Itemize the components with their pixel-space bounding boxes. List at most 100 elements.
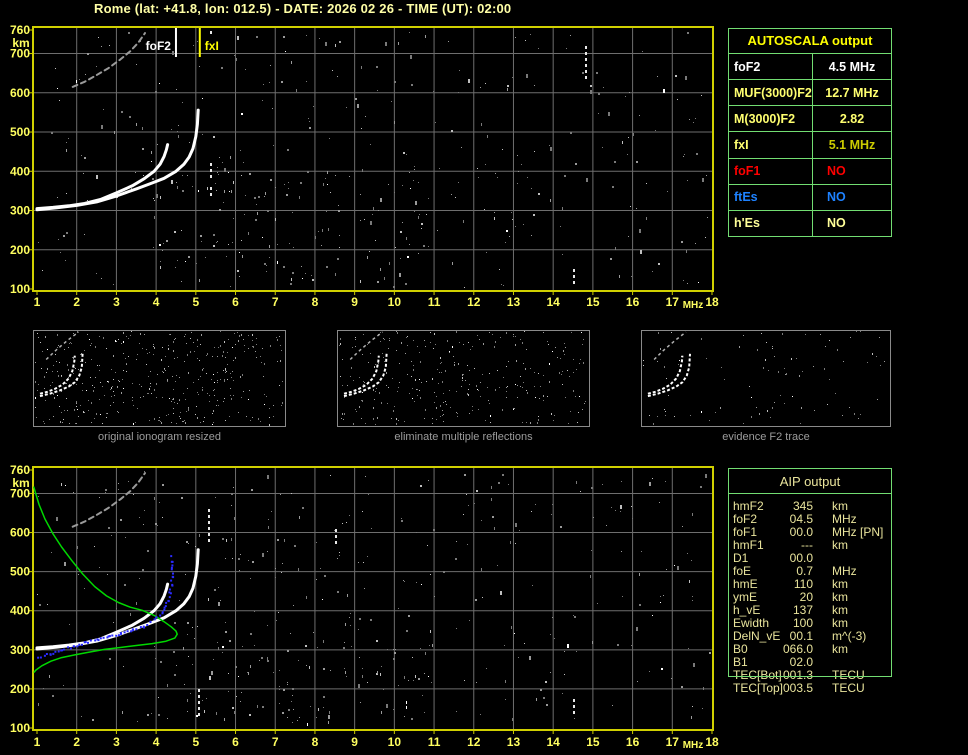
noise-dot (307, 723, 308, 726)
noise-dot (299, 516, 300, 519)
noise-dot (529, 656, 531, 660)
noise-dot (660, 602, 661, 603)
noise-dot (216, 712, 217, 715)
interference-streak (198, 695, 200, 698)
noise-dot (649, 482, 651, 486)
thumb-o-mode-trace (39, 355, 76, 395)
noise-dot (362, 169, 363, 172)
noise-dot (177, 186, 178, 189)
noise-dot (162, 484, 164, 486)
noise-dot (364, 588, 365, 589)
noise-dot (240, 701, 241, 702)
noise-dot (596, 72, 598, 74)
noise-dot (413, 180, 414, 181)
noise-dot (414, 166, 415, 167)
noise-dot (377, 671, 378, 674)
noise-dot (143, 524, 144, 525)
noise-dot (277, 261, 278, 264)
noise-dot (269, 257, 270, 258)
noise-dot (636, 208, 637, 209)
noise-dot (652, 271, 653, 272)
interference-streak (198, 689, 200, 692)
noise-dot (224, 190, 225, 193)
noise-dot (114, 131, 115, 134)
noise-dot (228, 691, 229, 692)
noise-dot (229, 191, 230, 192)
x-tick-label: 14 (546, 735, 560, 749)
noise-dot (193, 45, 194, 46)
noise-dot (698, 282, 699, 283)
noise-dot (228, 673, 229, 674)
noise-dot (345, 623, 346, 626)
noise-dot (538, 193, 540, 195)
noise-dot (409, 172, 410, 173)
aip-unit: km (832, 538, 848, 552)
noise-dot (538, 48, 539, 49)
noise-dot (221, 67, 223, 69)
noise-dot (406, 630, 408, 632)
bottom-ionogram-plot: 1 2 3 4 5 6 7 8 9 10 11 12 13 14 15 16 17 18MHz7607006005… (10, 463, 719, 751)
noise-dot (153, 198, 154, 199)
noise-dot (433, 91, 434, 92)
thumbnail-caption: original ionogram resized (98, 431, 221, 443)
noise-dot (216, 242, 217, 243)
top-ionogram-plot: 1 2 3 4 5 6 7 8 9 10 11 12 13 14 15 16 17 18MHz7607006005… (10, 23, 719, 311)
noise-dot (362, 675, 363, 678)
noise-dot (187, 622, 189, 624)
noise-dot (222, 162, 223, 163)
noise-dot (629, 92, 630, 93)
noise-dot (430, 630, 431, 633)
noise-dot (231, 493, 233, 495)
noise-dot (242, 646, 243, 647)
noise-dot (176, 89, 177, 90)
noise-dot (515, 37, 516, 38)
noise-dot (707, 217, 708, 218)
noise-dot (234, 517, 235, 520)
noise-dot (124, 584, 126, 586)
noise-dot (380, 673, 381, 676)
autoscala-row-fof2: foF2 4.5 MHz (729, 54, 891, 80)
noise-dot (540, 689, 542, 691)
noise-dot (167, 718, 168, 719)
noise-dot (625, 96, 626, 97)
noise-dot (291, 61, 292, 64)
noise-dot (224, 168, 226, 172)
noise-dot (486, 252, 487, 253)
noise-dot (267, 660, 269, 662)
noise-dot (406, 701, 407, 704)
noise-dot (659, 502, 660, 503)
noise-dot (125, 537, 126, 538)
noise-dot (393, 709, 394, 710)
x-tick-label: 12 (467, 735, 481, 749)
noise-dot (550, 672, 551, 673)
noise-dot (226, 539, 227, 542)
noise-dot (614, 161, 616, 163)
noise-dot (287, 682, 288, 683)
noise-dot (256, 204, 257, 205)
x-tick-label: 5 (192, 735, 199, 749)
noise-dot (293, 247, 294, 248)
x-tick-label: 10 (388, 295, 402, 309)
thumbnail-eliminate-reflections-canvas (339, 331, 586, 425)
thumb-echo-trace (653, 331, 687, 361)
noise-dot (339, 555, 340, 556)
noise-dot (576, 651, 577, 652)
noise-dot (564, 651, 565, 652)
noise-dot (241, 240, 242, 241)
noise-dot (474, 503, 475, 504)
noise-dot (464, 680, 465, 681)
noise-dot (337, 591, 339, 593)
noise-dot (414, 169, 415, 170)
noise-dot (302, 278, 303, 279)
noise-dot (380, 198, 382, 202)
noise-dot (179, 600, 180, 601)
noise-dot (332, 70, 333, 71)
noise-dot (301, 266, 302, 267)
noise-dot (305, 273, 306, 274)
noise-dot (515, 523, 517, 527)
noise-dot (346, 522, 347, 523)
noise-dot (136, 123, 137, 126)
noise-dot (79, 79, 80, 80)
noise-dot (365, 116, 366, 117)
noise-dot (531, 188, 532, 189)
